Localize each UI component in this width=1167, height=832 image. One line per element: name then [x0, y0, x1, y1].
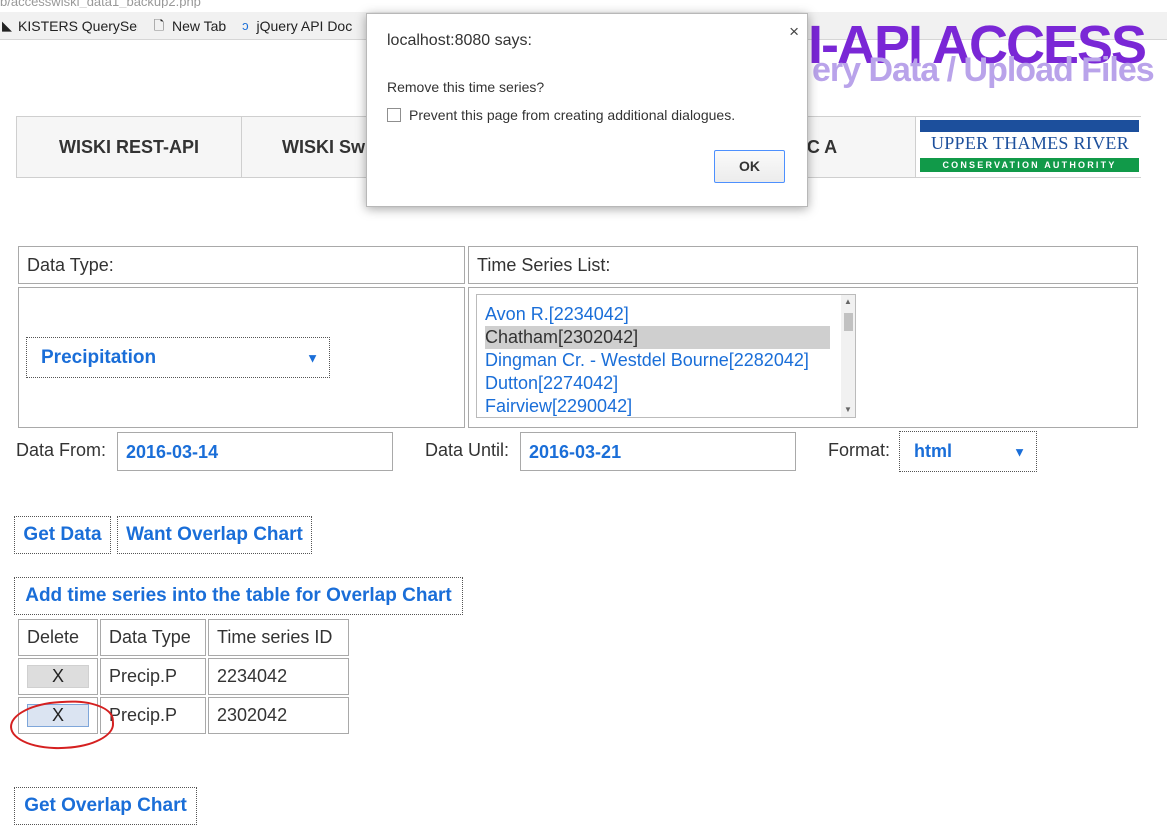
scroll-up-icon[interactable]: ▲ [841, 295, 855, 309]
nav-wiski-rest-api[interactable]: WISKI REST-API [17, 117, 242, 177]
time-series-listbox[interactable]: Avon R.[2234042] Chatham[2302042] Dingma… [476, 294, 856, 418]
prevent-dialogs-checkbox[interactable] [387, 108, 401, 122]
format-label: Format: [828, 440, 891, 460]
logo-top-bar [920, 120, 1139, 132]
scroll-thumb[interactable] [844, 313, 853, 331]
dialog-message: Remove this time series? [387, 79, 545, 95]
bookmark-new-tab[interactable]: 🗋 New Tab [152, 18, 226, 34]
delete-cell: X [18, 658, 98, 695]
logo-name: UPPER THAMES RIVER [930, 133, 1130, 153]
listbox-scrollbar[interactable]: ▲ ▼ [841, 295, 855, 417]
data-type-value: Precipitation [41, 347, 157, 368]
dialog-title: localhost:8080 says: [387, 32, 532, 49]
data-type-header: Data Type: [18, 246, 465, 284]
data-type-select[interactable]: Precipitation ▼ [26, 337, 330, 378]
logo-tagline: CONSERVATION AUTHORITY [920, 158, 1139, 172]
bookmark-label: New Tab [172, 17, 227, 34]
get-data-button[interactable]: Get Data [14, 516, 111, 554]
dropdown-arrow-icon: ▼ [1013, 444, 1026, 459]
nav-ca[interactable]: C A [802, 117, 842, 177]
scroll-down-icon[interactable]: ▼ [841, 403, 855, 417]
time-series-id-cell: 2234042 [208, 658, 349, 695]
close-icon[interactable]: × [789, 22, 799, 42]
bookmark-label: jQuery API Doc [256, 17, 353, 34]
page-icon: 🗋 [153, 17, 165, 33]
data-until-input[interactable]: 2016-03-21 [520, 432, 796, 471]
data-type-cell: Precip.P [100, 697, 206, 734]
table-row: X Precip.P 2234042 [18, 658, 349, 695]
address-bar-url[interactable]: b/accesswiski_data1_backup2.php [0, 0, 1167, 8]
confirm-dialog: localhost:8080 says: × Remove this time … [366, 13, 808, 207]
header-delete: Delete [18, 619, 98, 656]
list-item-selected[interactable]: Chatham[2302042] [485, 326, 830, 349]
list-item[interactable]: Dingman Cr. - Westdel Bourne[2282042] [485, 349, 809, 372]
prevent-dialogs-option[interactable]: Prevent this page from creating addition… [387, 107, 735, 123]
add-time-series-button[interactable]: Add time series into the table for Overl… [14, 577, 463, 615]
ok-button[interactable]: OK [714, 150, 785, 183]
dropdown-arrow-icon: ▼ [306, 350, 319, 365]
header-time-series-id: Time series ID [208, 619, 349, 656]
page-subtitle: ery Data / Upload Files [812, 51, 1155, 89]
data-type-label: Data Type: [27, 255, 114, 275]
data-from-input[interactable]: 2016-03-14 [117, 432, 393, 471]
prevent-dialogs-label: Prevent this page from creating addition… [409, 107, 736, 123]
time-series-label: Time Series List: [477, 255, 611, 275]
bookmark-label: KISTERS QuerySer [18, 17, 138, 34]
time-series-id-cell: 2302042 [208, 697, 349, 734]
data-type-cell: Precip.P [100, 658, 206, 695]
utrca-logo: UPPER THAMES RIVER CONSERVATION AUTHORIT… [915, 117, 1141, 177]
data-until-label: Data Until: [425, 440, 510, 460]
list-item[interactable]: Avon R.[2234042] [485, 303, 629, 326]
list-item[interactable]: Fairview[2290042] [485, 395, 632, 417]
jquery-logo-icon: ↄ [242, 17, 249, 33]
format-select[interactable]: html ▼ [899, 431, 1037, 472]
format-value: html [914, 441, 952, 461]
list-item[interactable]: Dutton[2274042] [485, 372, 618, 395]
data-from-label: Data From: [16, 440, 107, 460]
delete-row-button[interactable]: X [27, 665, 89, 688]
time-series-header: Time Series List: [468, 246, 1138, 284]
bookmark-jquery[interactable]: ↄ jQuery API Doc [240, 18, 352, 34]
bookmark-kisters[interactable]: ◣ KISTERS QuerySer [2, 18, 138, 34]
want-overlap-chart-button[interactable]: Want Overlap Chart [117, 516, 312, 554]
table-header-row: Delete Data Type Time series ID [18, 619, 349, 656]
get-overlap-chart-button[interactable]: Get Overlap Chart [14, 787, 197, 825]
header-data-type: Data Type [100, 619, 206, 656]
kisters-logo-icon: ◣ [2, 17, 12, 33]
